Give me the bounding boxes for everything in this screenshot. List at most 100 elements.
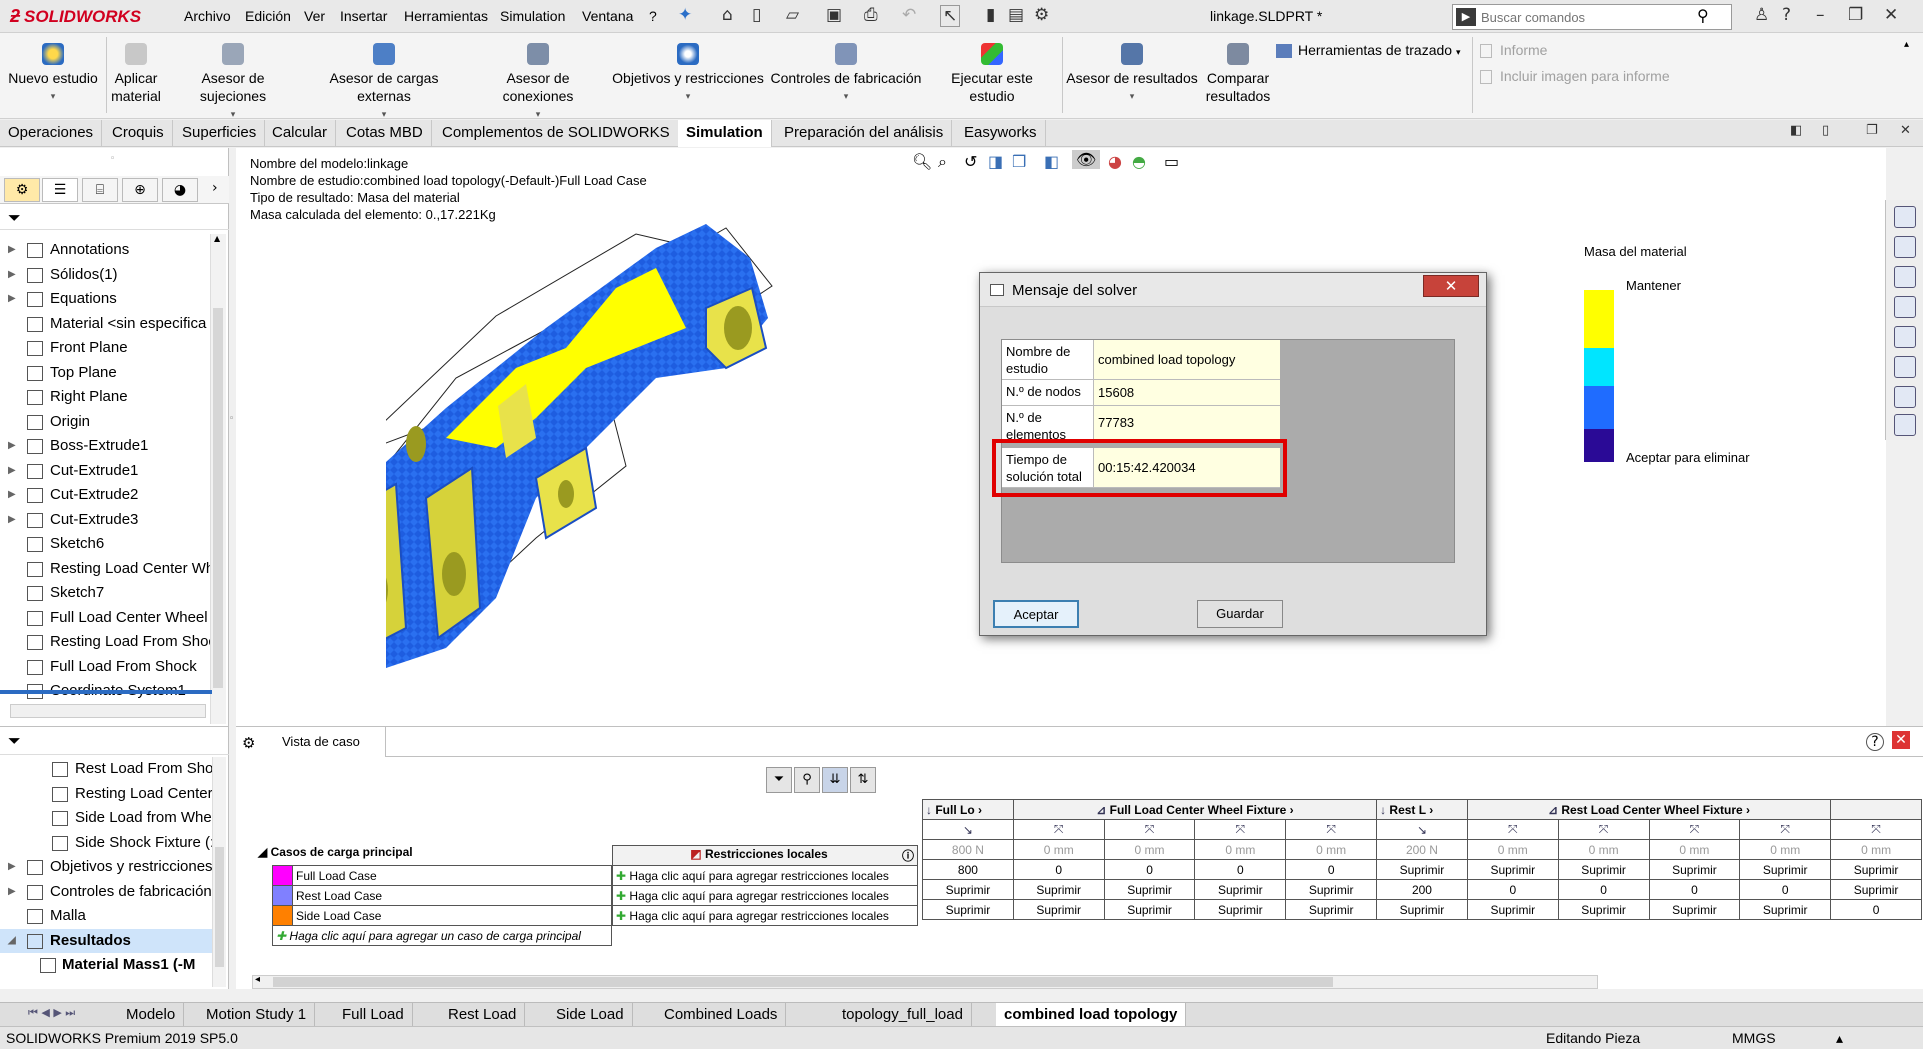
search-icon[interactable]: ⚲ bbox=[1697, 6, 1709, 25]
tab-navigation-icon[interactable]: ⏮ ◀ ▶ ⏭ bbox=[28, 1006, 75, 1020]
study-tree-item[interactable]: Rest Load From Shoc bbox=[0, 757, 212, 781]
chevron-right-icon[interactable]: ▶ bbox=[8, 238, 16, 262]
collapse-triangle-icon[interactable]: ◢ bbox=[258, 845, 267, 859]
value-cell[interactable]: Suprimir bbox=[1376, 899, 1468, 920]
tab-side-load[interactable]: Side Load bbox=[548, 1003, 633, 1027]
chevron-right-icon[interactable]: ◢ bbox=[8, 929, 16, 953]
tab-operaciones[interactable]: Operaciones bbox=[0, 120, 103, 147]
command-search-mode-icon[interactable]: ▶ bbox=[1456, 8, 1476, 26]
panel-splitter-icon[interactable]: ◦ bbox=[229, 414, 234, 424]
tab-easyworks[interactable]: Easyworks bbox=[956, 120, 1046, 147]
chevron-right-icon[interactable]: › bbox=[212, 180, 218, 196]
value-cell[interactable]: Suprimir bbox=[1285, 899, 1378, 920]
dialog-title-bar[interactable]: Mensaje del solver ✕ bbox=[980, 273, 1486, 307]
feature-tree-tab-icon[interactable]: ⚙ bbox=[4, 178, 40, 202]
scene-icon[interactable]: ◓ bbox=[1132, 152, 1146, 171]
minimize-icon[interactable]: – bbox=[1816, 5, 1825, 25]
value-cell[interactable]: Suprimir bbox=[1194, 899, 1287, 920]
chevron-right-icon[interactable]: ▶ bbox=[8, 434, 16, 458]
tree-item[interactable]: ▶ Equations bbox=[0, 287, 212, 311]
tree-item[interactable]: Right Plane bbox=[0, 385, 212, 409]
menu-ventana[interactable]: Ventana bbox=[582, 8, 633, 24]
select-icon[interactable]: ↖ bbox=[940, 5, 961, 27]
save-icon[interactable]: ▣ bbox=[826, 5, 842, 25]
scroll-thumb[interactable] bbox=[213, 308, 223, 688]
traffic-light-icon[interactable]: ▮ bbox=[986, 5, 995, 25]
ribbon-collapse-icon[interactable]: ▴ bbox=[1904, 39, 1909, 50]
value-cell[interactable]: Suprimir bbox=[1557, 859, 1650, 880]
filter-icon[interactable]: ⏷ bbox=[8, 208, 21, 228]
tree-item[interactable]: Material <sin especifica bbox=[0, 312, 212, 336]
filter-cases-icon[interactable]: ⏷ bbox=[766, 767, 792, 793]
add-case-row[interactable]: ✚ Haga clic aquí para agregar un caso de… bbox=[272, 925, 612, 946]
value-cell[interactable]: Suprimir bbox=[1194, 879, 1287, 900]
chevron-right-icon[interactable]: ▶ bbox=[8, 880, 16, 904]
tree-item[interactable]: ▶ Sólidos(1) bbox=[0, 263, 212, 287]
display-manager-tab-icon[interactable]: ◕ bbox=[162, 178, 198, 202]
case-view-hscrollbar[interactable]: ◂ bbox=[252, 974, 1598, 989]
dialog-close-button[interactable]: ✕ bbox=[1423, 275, 1479, 297]
ejecutar-button[interactable]: Ejecutar este estudio bbox=[928, 43, 1056, 105]
value-cell[interactable]: Suprimir bbox=[1739, 899, 1832, 920]
incluir-imagen-button[interactable]: Incluir imagen para informe bbox=[1480, 67, 1710, 85]
help-circle-icon[interactable]: ? bbox=[1866, 733, 1884, 751]
solidworks-forum-icon[interactable] bbox=[1894, 386, 1916, 408]
study-tree-item[interactable]: Side Shock Fixture (:( bbox=[0, 831, 212, 855]
tab-preparacion-analisis[interactable]: Preparación del análisis bbox=[776, 120, 953, 147]
undo-icon[interactable]: ↶ bbox=[902, 5, 916, 25]
herramientas-trazado-button[interactable]: Herramientas de trazado ▾ bbox=[1276, 41, 1466, 61]
zoom-area-icon[interactable]: ⌕ bbox=[938, 152, 947, 172]
close-doc-icon[interactable]: ✕ bbox=[1900, 123, 1911, 138]
value-cell[interactable]: Suprimir bbox=[1648, 899, 1741, 920]
value-cell[interactable]: 0 bbox=[1012, 859, 1105, 880]
value-cell[interactable]: Suprimir bbox=[1012, 899, 1105, 920]
value-cell[interactable]: 200 bbox=[1376, 879, 1468, 900]
search-input[interactable] bbox=[1481, 8, 1691, 26]
tile-icon[interactable]: ▯ bbox=[1822, 123, 1829, 138]
case-row[interactable]: Side Load Case bbox=[272, 905, 612, 926]
tree-item[interactable]: Resting Load Center Wh bbox=[0, 557, 212, 581]
fixtures-tool-icon[interactable]: ⚲ bbox=[794, 767, 820, 793]
tree-item[interactable]: Resting Load From Shoc bbox=[0, 630, 212, 654]
panel-grip-icon[interactable]: ◦ bbox=[110, 154, 115, 164]
units-system[interactable]: MMGS bbox=[1732, 1030, 1776, 1046]
tab-superficies[interactable]: Superficies bbox=[174, 120, 266, 147]
study-tree-item[interactable]: Resting Load Center Wh bbox=[0, 782, 212, 806]
value-cell[interactable]: 0 bbox=[1466, 879, 1559, 900]
value-cell[interactable]: Suprimir bbox=[922, 899, 1014, 920]
tab-cotas-mbd[interactable]: Cotas MBD bbox=[338, 120, 432, 147]
tree-item[interactable]: Full Load From Shock bbox=[0, 655, 212, 679]
appearance-icon[interactable]: ◕ bbox=[1108, 152, 1122, 171]
menu-herramientas[interactable]: Herramientas bbox=[404, 8, 488, 24]
value-cell[interactable]: Suprimir bbox=[922, 879, 1014, 900]
tree-item[interactable]: Origin bbox=[0, 410, 212, 434]
menu-ver[interactable]: Ver bbox=[304, 8, 325, 24]
tree-item[interactable]: ▶ Cut-Extrude3 bbox=[0, 508, 212, 532]
options-gear-icon[interactable]: ⚙ bbox=[1034, 5, 1049, 25]
configuration-tab-icon[interactable]: ⌸ bbox=[82, 178, 118, 202]
restore-icon[interactable]: ❐ bbox=[1848, 5, 1863, 25]
tree-item[interactable]: ▶ Boss-Extrude1 bbox=[0, 434, 212, 458]
topology-model[interactable]: x z bbox=[386, 198, 986, 718]
pin-icon[interactable]: ✦ bbox=[678, 5, 692, 25]
chevron-right-icon[interactable]: ▶ bbox=[8, 287, 16, 311]
value-cell[interactable]: Suprimir bbox=[1739, 859, 1832, 880]
zoom-to-fit-icon[interactable]: 🔍︎ bbox=[912, 152, 932, 171]
open-icon[interactable]: ▱ bbox=[786, 5, 799, 25]
full-load-fixture-header[interactable]: ⊿ Full Load Center Wheel Fixture › bbox=[1012, 799, 1378, 820]
tree-item[interactable]: ▶ Annotations bbox=[0, 238, 212, 262]
view-palette-icon[interactable] bbox=[1894, 296, 1916, 318]
user-icon[interactable]: ♙ bbox=[1754, 5, 1769, 25]
tab-motion-study[interactable]: Motion Study 1 bbox=[198, 1003, 316, 1027]
chevron-right-icon[interactable]: ▶ bbox=[8, 263, 16, 287]
value-cell[interactable]: Suprimir bbox=[1376, 859, 1468, 880]
display-style-icon[interactable]: ◧ bbox=[1044, 152, 1059, 171]
property-manager-tab-icon[interactable]: ☰ bbox=[42, 178, 78, 202]
controles-button[interactable]: Controles de fabricación ▾ bbox=[770, 43, 922, 105]
study-tree-scrollbar[interactable] bbox=[212, 757, 226, 987]
tree-item[interactable]: Front Plane bbox=[0, 336, 212, 360]
dimxpert-tab-icon[interactable]: ⊕ bbox=[122, 178, 158, 202]
view-orientation-icon[interactable]: ❒ bbox=[1012, 152, 1026, 171]
custom-properties-icon[interactable] bbox=[1894, 356, 1916, 378]
study-tree-item[interactable]: Malla bbox=[0, 904, 212, 928]
